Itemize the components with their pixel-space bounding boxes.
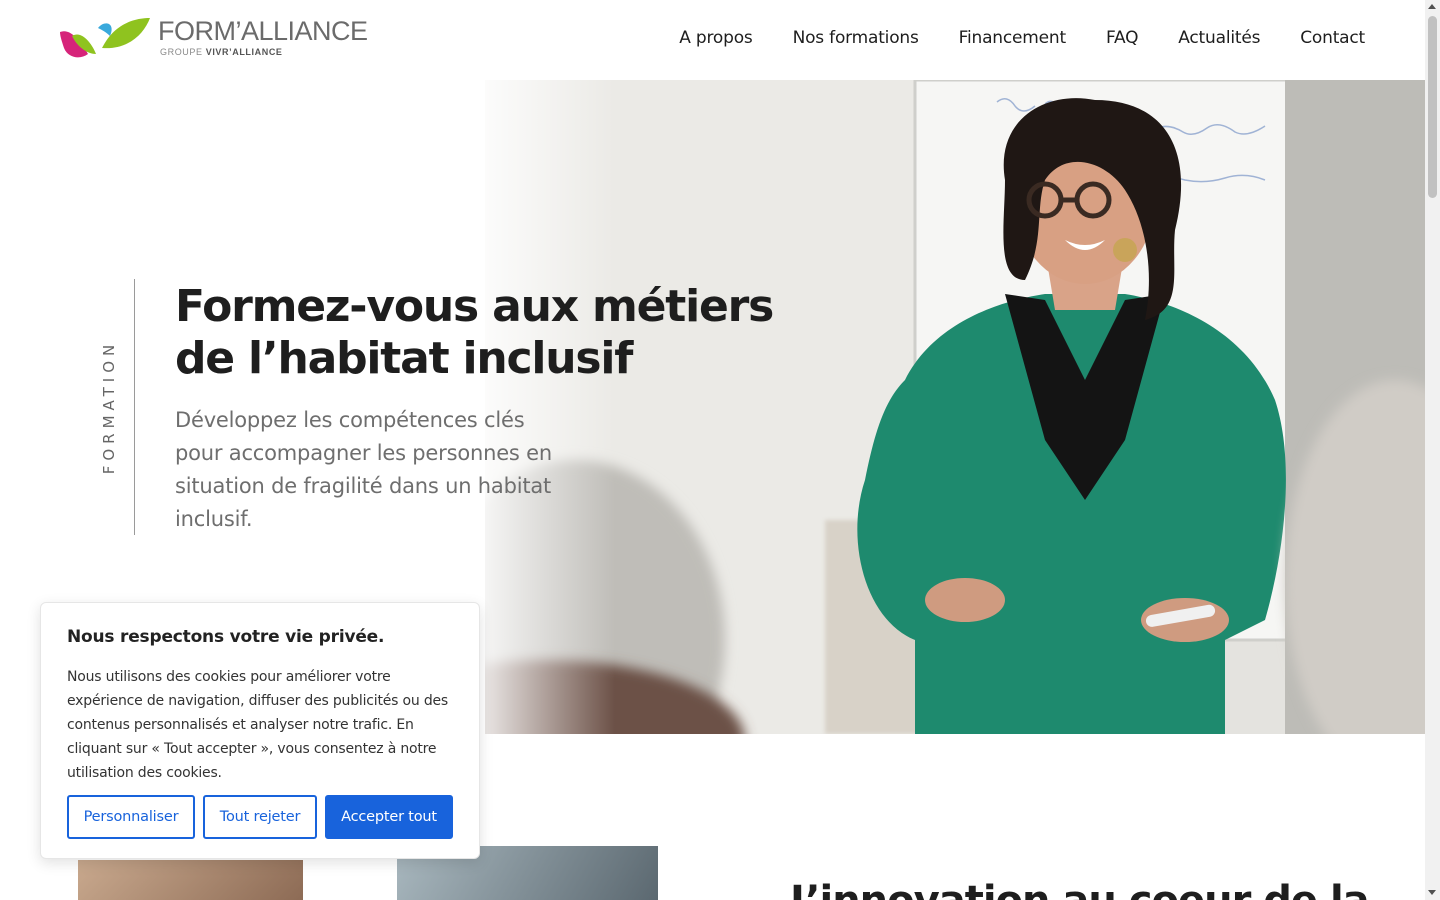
main-nav: A propos Nos formations Financement FAQ …: [679, 28, 1365, 48]
hero-title-line-2: de l’habitat inclusif: [175, 333, 633, 384]
form-alliance-logo-icon: [60, 18, 150, 58]
cookie-actions: Personnaliser Tout rejeter Accepter tout: [67, 795, 453, 839]
scroll-up-arrow-icon[interactable]: [1428, 4, 1436, 9]
logo-subtitle: GROUPE VIVR’ALLIANCE: [160, 47, 283, 57]
nav-item-contact[interactable]: Contact: [1300, 28, 1365, 48]
scrollbar-thumb[interactable]: [1428, 16, 1437, 198]
nav-item-a-propos[interactable]: A propos: [679, 28, 752, 48]
section-title-partial: L’innovation au coeur de la: [790, 878, 1370, 900]
page-scrollbar[interactable]: [1425, 0, 1440, 900]
trainer-photo-icon: [485, 80, 1425, 734]
nav-item-actualites[interactable]: Actualités: [1178, 28, 1260, 48]
hero-image: [485, 80, 1425, 734]
cookie-accept-button[interactable]: Accepter tout: [325, 795, 453, 839]
cookie-customize-button[interactable]: Personnaliser: [67, 795, 195, 839]
cookie-title: Nous respectons votre vie privée.: [67, 627, 385, 647]
nav-item-financement[interactable]: Financement: [959, 28, 1066, 48]
nav-item-faq[interactable]: FAQ: [1106, 28, 1139, 48]
cookie-consent-banner: Nous respectons votre vie privée. Nous u…: [40, 602, 480, 859]
hero-subtitle: Développez les compétences clés pour acc…: [175, 408, 552, 531]
cookie-reject-button[interactable]: Tout rejeter: [203, 795, 317, 839]
logo-wordmark: FORM’ALLIANCE: [158, 16, 368, 46]
site-logo[interactable]: FORM’ALLIANCE GROUPE VIVR’ALLIANCE: [58, 14, 368, 62]
site-header: FORM’ALLIANCE GROUPE VIVR’ALLIANCE A pro…: [0, 0, 1425, 80]
scroll-down-arrow-icon[interactable]: [1428, 890, 1436, 895]
nav-item-nos-formations[interactable]: Nos formations: [793, 28, 919, 48]
cookie-body: Nous utilisons des cookies pour améliore…: [67, 669, 449, 781]
hero-divider-line: [134, 279, 135, 535]
hero-eyebrow-vertical: FORMATION: [100, 339, 118, 475]
team-photo-left: [78, 860, 303, 900]
hero-title-line-1: Formez-vous aux métiers: [175, 281, 774, 332]
hero-title: Formez-vous aux métiers de l’habitat inc…: [175, 281, 775, 385]
